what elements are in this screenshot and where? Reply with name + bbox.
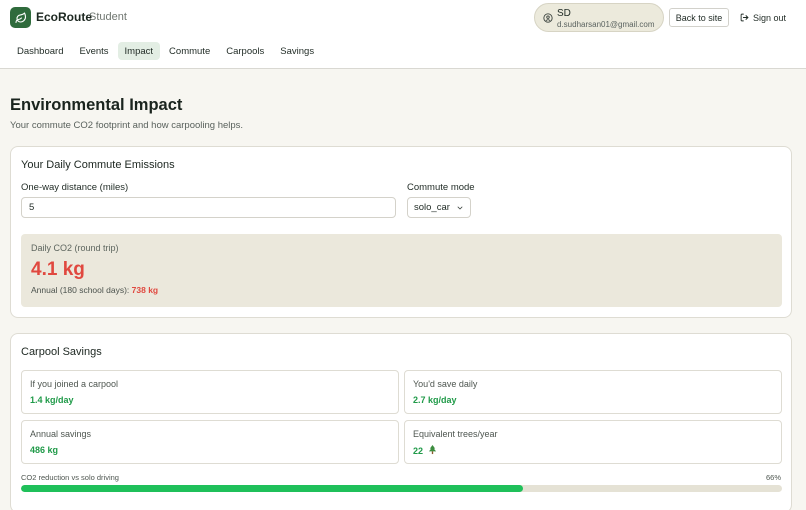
sign-out-label: Sign out	[753, 12, 787, 23]
role-label: Student	[89, 11, 127, 23]
leaf-icon	[14, 11, 26, 23]
trees-value: 22	[413, 446, 424, 456]
daily-co2-value: 4.1 kg	[31, 259, 85, 280]
stat-carpool-daily: If you joined a carpool 1.4 kg/day	[21, 370, 399, 414]
user-circle-icon	[543, 13, 553, 23]
back-to-site-button[interactable]: Back to site	[669, 8, 729, 27]
daily-co2-result: Daily CO2 (round trip) 4.1 kg Annual (18…	[21, 234, 782, 307]
carpool-title: Carpool Savings	[21, 346, 102, 358]
user-email: d.sudharsan01@gmail.com	[557, 20, 655, 29]
main-nav: Dashboard Events Impact Commute Carpools…	[10, 42, 323, 60]
progress-fill	[21, 485, 524, 492]
stat-value: 1.4 kg/day	[30, 395, 74, 405]
carpool-savings-card: Carpool Savings If you joined a carpool …	[10, 333, 792, 510]
mode-select[interactable]: solo_car	[407, 197, 471, 218]
progress-label: CO2 reduction vs solo driving	[21, 473, 119, 482]
distance-label: One-way distance (miles)	[21, 182, 129, 193]
progress-percent: 66%	[765, 473, 781, 482]
emissions-title: Your Daily Commute Emissions	[21, 159, 175, 171]
daily-co2-label: Daily CO2 (round trip)	[31, 243, 119, 253]
logo[interactable]	[10, 7, 31, 28]
stat-save-daily: You'd save daily 2.7 kg/day	[404, 370, 782, 414]
mode-value: solo_car	[414, 202, 450, 213]
stat-trees: Equivalent trees/year 22	[404, 420, 782, 464]
chevron-down-icon	[457, 206, 463, 209]
stat-label: If you joined a carpool	[30, 379, 119, 389]
nav-savings[interactable]: Savings	[273, 42, 321, 60]
user-menu[interactable]: SD d.sudharsan01@gmail.com	[534, 3, 664, 32]
stat-value: 2.7 kg/day	[413, 395, 457, 405]
annual-co2-label: Annual (180 school days):	[31, 285, 130, 295]
annual-co2-value: 738 kg	[131, 285, 159, 295]
mode-label: Commute mode	[407, 182, 475, 193]
stat-value: 486 kg	[30, 445, 59, 455]
page-subtitle: Your commute CO2 footprint and how carpo…	[10, 120, 244, 131]
top-header: EcoRoute Student SD d.sudharsan01@gmail.…	[0, 0, 806, 69]
distance-input[interactable]: 5	[21, 197, 396, 218]
stat-label: Equivalent trees/year	[413, 429, 498, 439]
user-initials: SD	[557, 8, 571, 19]
stat-label: Annual savings	[30, 429, 92, 439]
progress-track	[21, 485, 782, 492]
sign-out-icon	[740, 13, 749, 22]
nav-events[interactable]: Events	[72, 42, 115, 60]
stat-annual-savings: Annual savings 486 kg	[21, 420, 399, 464]
nav-impact[interactable]: Impact	[117, 42, 161, 60]
annual-co2: Annual (180 school days): 738 kg	[31, 285, 158, 295]
nav-commute[interactable]: Commute	[162, 42, 217, 60]
tree-icon	[428, 445, 436, 455]
nav-dashboard[interactable]: Dashboard	[10, 42, 70, 60]
nav-carpools[interactable]: Carpools	[219, 42, 271, 60]
brand-name[interactable]: EcoRoute	[36, 10, 92, 24]
page-title: Environmental Impact	[10, 96, 183, 114]
sign-out-button[interactable]: Sign out	[740, 8, 786, 27]
stat-value: 22	[413, 445, 437, 456]
emissions-card: Your Daily Commute Emissions One-way dis…	[10, 146, 792, 318]
stat-label: You'd save daily	[413, 379, 478, 389]
